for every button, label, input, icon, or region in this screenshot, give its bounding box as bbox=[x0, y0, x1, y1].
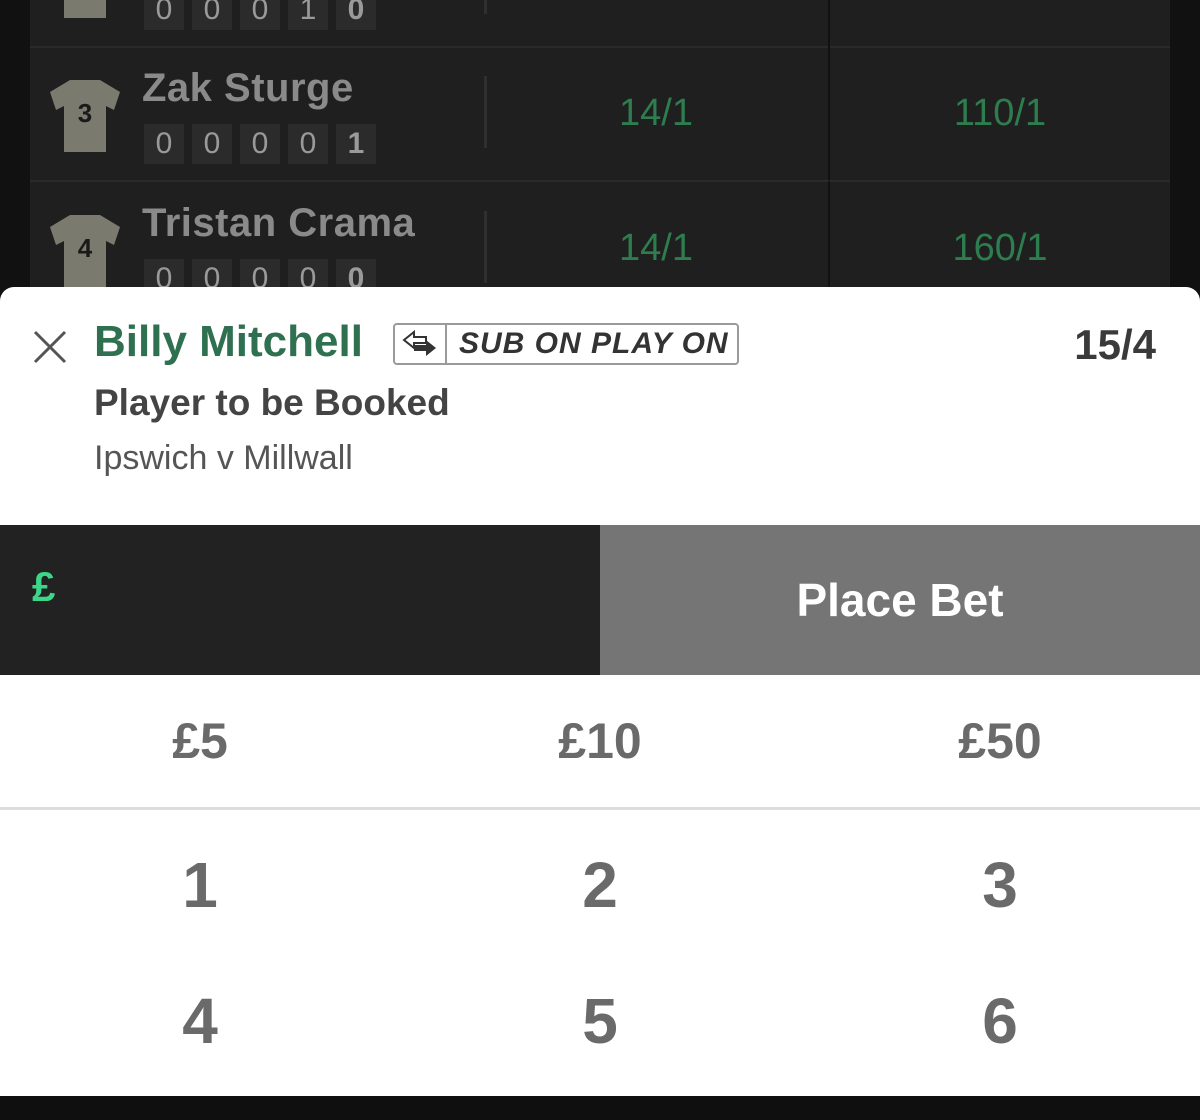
odds-button[interactable]: 110/1 bbox=[850, 92, 1150, 135]
stat-value: 0 bbox=[288, 124, 328, 164]
key-6[interactable]: 6 bbox=[800, 984, 1200, 1120]
close-icon[interactable] bbox=[32, 329, 68, 365]
player-stats: 0 0 0 1 0 bbox=[144, 0, 376, 30]
column-separator bbox=[828, 0, 830, 46]
player-name: Zak Sturge bbox=[142, 66, 354, 110]
quick-stake-50-button[interactable]: £50 bbox=[800, 675, 1200, 807]
column-divider bbox=[484, 211, 487, 283]
stat-value: 1 bbox=[336, 124, 376, 164]
key-5[interactable]: 5 bbox=[400, 984, 800, 1120]
stat-value: 0 bbox=[192, 0, 232, 30]
substitution-icon bbox=[395, 325, 447, 363]
shirt-icon: 4 bbox=[50, 215, 120, 287]
numeric-keypad: 1 2 3 4 5 6 bbox=[0, 810, 1200, 1096]
sub-on-play-on-badge: SUB ON PLAY ON bbox=[393, 323, 739, 365]
player-name: Tristan Crama bbox=[142, 201, 416, 245]
quick-stake-5-button[interactable]: £5 bbox=[0, 675, 400, 807]
column-separator bbox=[828, 46, 830, 180]
odds-button[interactable]: 160/1 bbox=[850, 227, 1150, 270]
shirt-icon: 3 bbox=[50, 80, 120, 152]
odds-button[interactable]: 14/1 bbox=[506, 92, 806, 135]
player-market-list: 0 0 0 1 0 3 Zak Sturge 0 0 0 0 1 14/1 11… bbox=[30, 0, 1170, 317]
stake-input[interactable]: £ bbox=[0, 525, 600, 675]
key-1[interactable]: 1 bbox=[0, 848, 400, 984]
player-stats: 0 0 0 0 1 bbox=[144, 124, 376, 164]
badge-label: SUB ON PLAY ON bbox=[459, 327, 729, 360]
key-2[interactable]: 2 bbox=[400, 848, 800, 984]
shirt-number: 3 bbox=[78, 98, 92, 128]
odds-button[interactable]: 14/1 bbox=[506, 227, 806, 270]
place-bet-button[interactable]: Place Bet bbox=[600, 525, 1200, 675]
player-row[interactable]: 3 Zak Sturge 0 0 0 0 1 14/1 110/1 bbox=[30, 46, 1170, 182]
column-divider bbox=[484, 0, 487, 14]
key-4[interactable]: 4 bbox=[0, 984, 400, 1120]
quick-stakes-bar: £5 £10 £50 bbox=[0, 675, 1200, 810]
stat-value: 0 bbox=[144, 0, 184, 30]
shirt-icon bbox=[64, 0, 106, 18]
key-3[interactable]: 3 bbox=[800, 848, 1200, 984]
stat-value: 0 bbox=[240, 0, 280, 30]
bet-slip-card: Billy Mitchell SUB ON PLAY ON 15/4 Playe… bbox=[0, 287, 1200, 525]
currency-symbol: £ bbox=[32, 563, 56, 610]
column-divider bbox=[484, 76, 487, 148]
stat-value: 0 bbox=[192, 124, 232, 164]
selection-price: 15/4 bbox=[1074, 321, 1156, 368]
event-name: Ipswich v Millwall bbox=[94, 439, 353, 477]
stat-value: 0 bbox=[144, 124, 184, 164]
market-name: Player to be Booked bbox=[94, 382, 450, 423]
stat-value: 1 bbox=[288, 0, 328, 30]
quick-stake-10-button[interactable]: £10 bbox=[400, 675, 800, 807]
stat-value: 0 bbox=[336, 0, 376, 30]
shirt-number: 4 bbox=[78, 233, 93, 263]
stat-value: 0 bbox=[240, 124, 280, 164]
selection-name: Billy Mitchell bbox=[94, 317, 363, 366]
player-row[interactable]: 0 0 0 1 0 bbox=[30, 0, 1170, 48]
